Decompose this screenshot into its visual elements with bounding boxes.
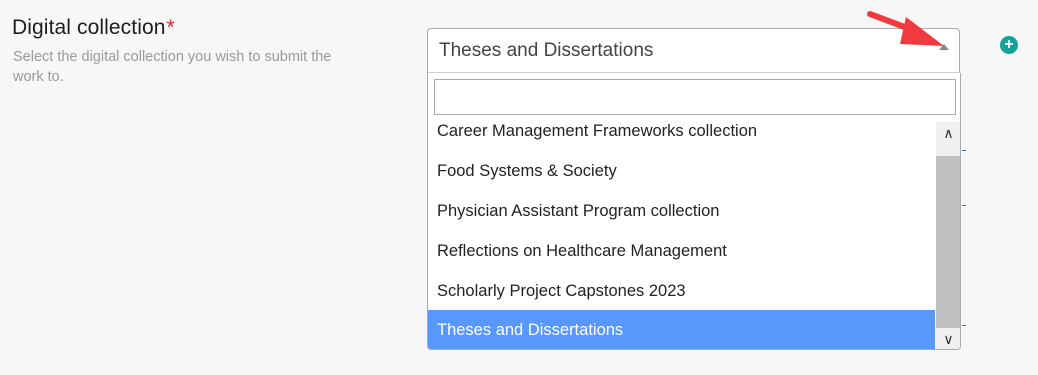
underlying-field-edge [962,205,966,206]
option-food-systems[interactable]: Food Systems & Society [428,151,935,191]
options-scrollbar[interactable]: ∧ ∨ [936,122,960,349]
field-label: Digital collection* [12,16,175,40]
red-arrow-icon [867,11,944,46]
option-scholarly-capstones[interactable]: Scholarly Project Capstones 2023 [428,271,935,311]
plus-circle-icon[interactable]: + [1000,36,1018,54]
option-career-management[interactable]: Career Management Frameworks collection [428,111,935,151]
option-reflections-healthcare[interactable]: Reflections on Healthcare Management [428,231,935,271]
required-indicator: * [166,16,175,39]
dropdown-search-input[interactable] [434,79,956,115]
underlying-field-edge [962,325,966,326]
select-dropdown: Career Management Frameworks collection … [427,73,961,350]
options-list: Career Management Frameworks collection … [428,117,935,349]
option-physician-assistant[interactable]: Physician Assistant Program collection [428,191,935,231]
select-current-value: Theses and Dissertations [439,40,654,61]
field-help-text: Select the digital collection you wish t… [13,49,332,85]
scroll-up-icon[interactable]: ∧ [936,122,960,144]
underlying-field-edge [962,150,966,151]
scroll-down-icon[interactable]: ∨ [936,328,960,349]
scrollbar-thumb[interactable] [936,156,960,328]
field-label-text: Digital collection [12,16,166,39]
option-theses-dissertations[interactable]: Theses and Dissertations [428,310,935,349]
